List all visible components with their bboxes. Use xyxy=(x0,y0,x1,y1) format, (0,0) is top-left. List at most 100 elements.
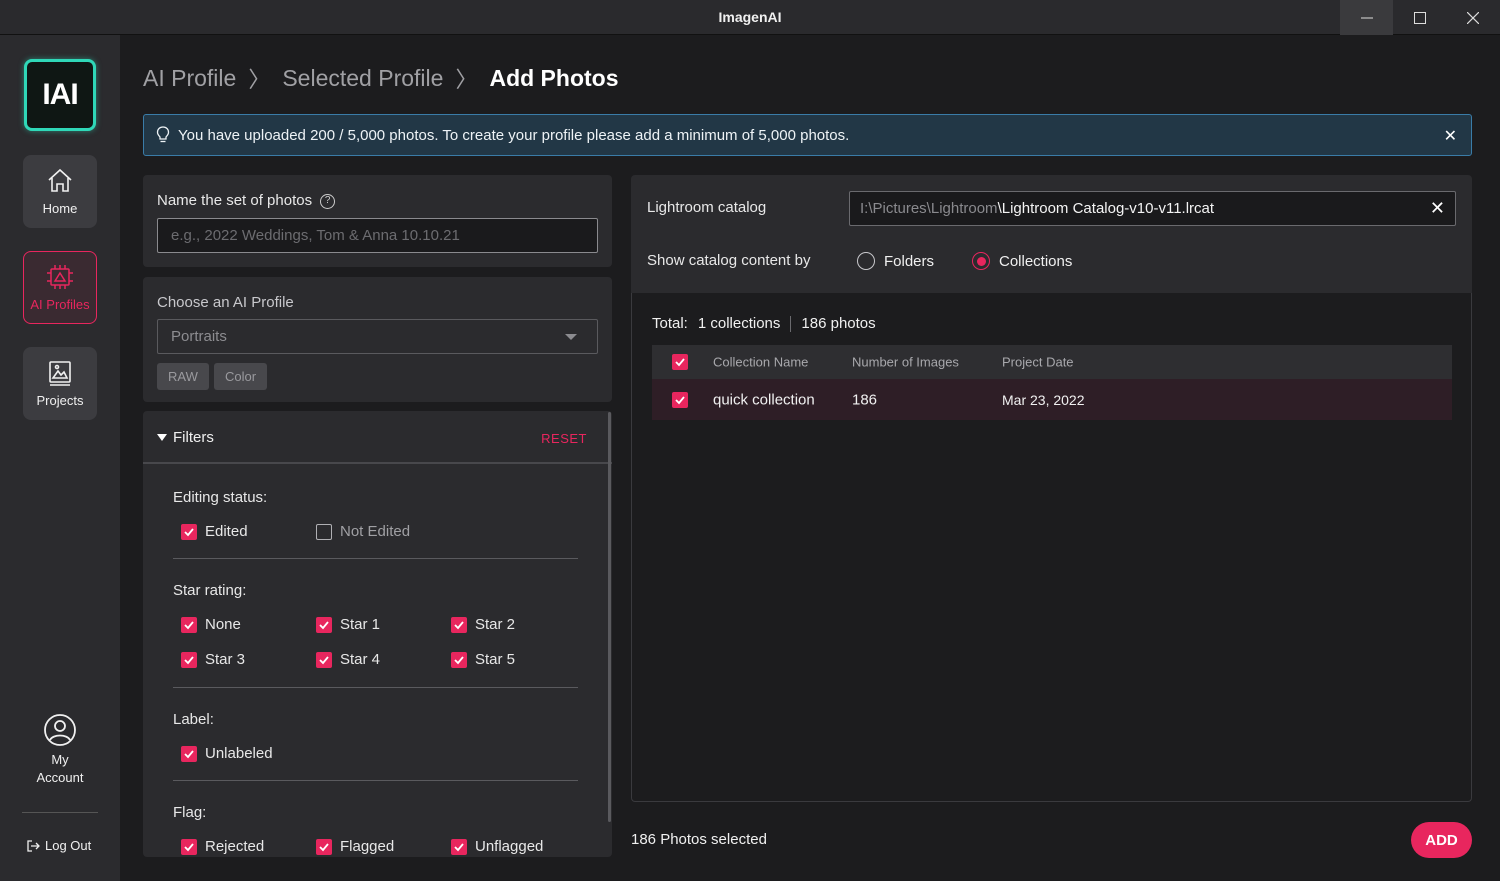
banner-message: You have uploaded 200 / 5,000 photos. To… xyxy=(178,126,850,144)
checkbox-star-2[interactable]: Star 2 xyxy=(451,616,515,633)
filters-header[interactable]: Filters RESET xyxy=(143,411,612,464)
row-checkbox[interactable] xyxy=(672,391,688,408)
checkbox-star-1[interactable]: Star 1 xyxy=(316,616,380,633)
checkbox-label: Not Edited xyxy=(340,523,411,540)
logout-icon xyxy=(27,839,40,852)
checkbox-checked-icon xyxy=(451,651,467,668)
catalog-path-input[interactable]: I:\Pictures\Lightroom \Lightroom Catalog-… xyxy=(849,191,1456,226)
page-title: Add Photos xyxy=(489,64,619,91)
banner-close-icon[interactable]: ✕ xyxy=(1444,126,1457,146)
my-account-button[interactable]: My Account xyxy=(0,713,120,787)
radio-folders[interactable]: Folders xyxy=(857,252,934,270)
breadcrumb-ai-profile[interactable]: AI Profile xyxy=(143,65,236,92)
home-icon xyxy=(48,168,72,192)
checkbox-unflagged[interactable]: Unflagged xyxy=(451,838,543,855)
sidebar-item-ai-profiles[interactable]: AI Profiles xyxy=(23,251,97,324)
close-button[interactable] xyxy=(1446,0,1499,35)
close-icon xyxy=(1466,11,1479,24)
photos-selected-count: 186 Photos selected xyxy=(631,831,767,848)
tag-raw: RAW xyxy=(157,363,209,390)
sidebar-item-label: Home xyxy=(42,201,78,216)
photo-set-name-input[interactable]: e.g., 2022 Weddings, Tom & Anna 10.10.21 xyxy=(157,218,598,253)
breadcrumb-separator: 〉 xyxy=(455,67,478,92)
user-icon xyxy=(44,714,76,746)
maximize-icon xyxy=(1413,11,1426,24)
section-divider xyxy=(173,558,578,559)
column-header-date[interactable]: Project Date xyxy=(1002,355,1074,370)
cell-image-count: 186 xyxy=(852,391,878,408)
checkbox-label: Star 4 xyxy=(340,651,381,668)
star-rating-title: Star rating: xyxy=(173,582,247,599)
checkbox-label: Flagged xyxy=(340,838,395,855)
checkbox-star-4[interactable]: Star 4 xyxy=(316,651,380,668)
maximize-button[interactable] xyxy=(1393,0,1446,35)
checkbox-star-5[interactable]: Star 5 xyxy=(451,651,515,668)
reset-filters-button[interactable]: RESET xyxy=(541,431,587,446)
filters-panel: Filters RESET Editing status: Edited Not… xyxy=(143,411,612,857)
column-header-count[interactable]: Number of Images xyxy=(852,355,959,370)
checkbox-checked-icon xyxy=(181,523,197,540)
logout-label: Log Out xyxy=(45,838,92,853)
checkbox-rejected[interactable]: Rejected xyxy=(181,838,264,855)
totals-photos: 186 photos xyxy=(801,315,876,332)
checkbox-label: Rejected xyxy=(205,838,265,855)
checkbox-unchecked-icon xyxy=(316,523,332,540)
checkbox-not-edited[interactable]: Not Edited xyxy=(316,523,410,540)
breadcrumb: AI Profile 〉 Selected Profile 〉 Add Phot… xyxy=(143,62,619,94)
sidebar-item-home[interactable]: Home xyxy=(23,155,97,228)
sidebar-item-label: AI Profiles xyxy=(30,297,90,312)
radio-label: Collections xyxy=(999,252,1073,270)
checkbox-checked-icon xyxy=(181,745,197,762)
select-all-checkbox[interactable] xyxy=(672,354,688,370)
checkbox-label: Star 2 xyxy=(475,616,516,633)
sidebar-item-label: Projects xyxy=(36,393,84,408)
cell-project-date: Mar 23, 2022 xyxy=(1002,391,1085,408)
totals-row: Total: 1 collections 186 photos xyxy=(652,315,876,332)
cell-collection-name: quick collection xyxy=(713,391,815,408)
help-icon[interactable]: ? xyxy=(320,193,336,209)
ai-profile-label: Choose an AI Profile xyxy=(157,294,294,311)
table-row[interactable]: quick collection 186 Mar 23, 2022 xyxy=(652,379,1452,420)
breadcrumb-selected-profile[interactable]: Selected Profile xyxy=(282,65,443,92)
ai-profile-select[interactable]: Portraits xyxy=(157,319,598,354)
flag-title: Flag: xyxy=(173,804,207,821)
checkbox-checked-icon xyxy=(181,616,197,633)
name-set-label: Name the set of photos xyxy=(157,192,313,209)
logout-button[interactable]: Log Out xyxy=(26,838,91,853)
account-label-line2: Account xyxy=(36,770,84,785)
radio-unselected-icon xyxy=(857,252,875,270)
collections-panel: Total: 1 collections 186 photos Collecti… xyxy=(631,293,1472,802)
account-label-line1: My xyxy=(51,752,69,767)
checkbox-flagged[interactable]: Flagged xyxy=(316,838,394,855)
checkbox-label: None xyxy=(205,616,241,633)
clear-catalog-icon[interactable]: ✕ xyxy=(1430,198,1445,219)
column-header-name[interactable]: Collection Name xyxy=(713,355,808,370)
collapse-triangle-icon[interactable] xyxy=(157,434,167,441)
editing-status-title: Editing status: xyxy=(173,489,268,506)
checkbox-unlabeled[interactable]: Unlabeled xyxy=(181,745,273,762)
app-logo[interactable]: IAI xyxy=(24,59,96,131)
show-by-label: Show catalog content by xyxy=(647,252,811,269)
add-button[interactable]: ADD xyxy=(1411,822,1472,858)
name-set-panel: Name the set of photos? e.g., 2022 Weddi… xyxy=(143,175,612,267)
checkbox-star-none[interactable]: None xyxy=(181,616,241,633)
table-header: Collection Name Number of Images Project… xyxy=(652,345,1452,379)
tag-color: Color xyxy=(214,363,268,390)
checkbox-edited[interactable]: Edited xyxy=(181,523,248,540)
checkbox-checked-icon xyxy=(672,391,688,408)
filters-scrollbar[interactable] xyxy=(608,412,611,822)
chevron-down-icon xyxy=(565,334,577,340)
sidebar-item-projects[interactable]: Projects xyxy=(23,347,97,420)
checkbox-star-3[interactable]: Star 3 xyxy=(181,651,245,668)
checkbox-checked-icon xyxy=(181,651,197,668)
checkbox-label: Star 3 xyxy=(205,651,246,668)
totals-label: Total: xyxy=(652,315,688,332)
filters-title: Filters xyxy=(173,429,214,446)
checkbox-checked-icon xyxy=(451,616,467,633)
checkbox-label: Star 5 xyxy=(475,651,516,668)
minimize-button[interactable] xyxy=(1340,0,1393,35)
checkbox-checked-icon xyxy=(181,838,197,855)
info-banner: You have uploaded 200 / 5,000 photos. To… xyxy=(143,114,1472,156)
radio-collections[interactable]: Collections xyxy=(972,252,1072,270)
sidebar: IAI Home AI Profiles Projects My Account… xyxy=(0,35,120,881)
